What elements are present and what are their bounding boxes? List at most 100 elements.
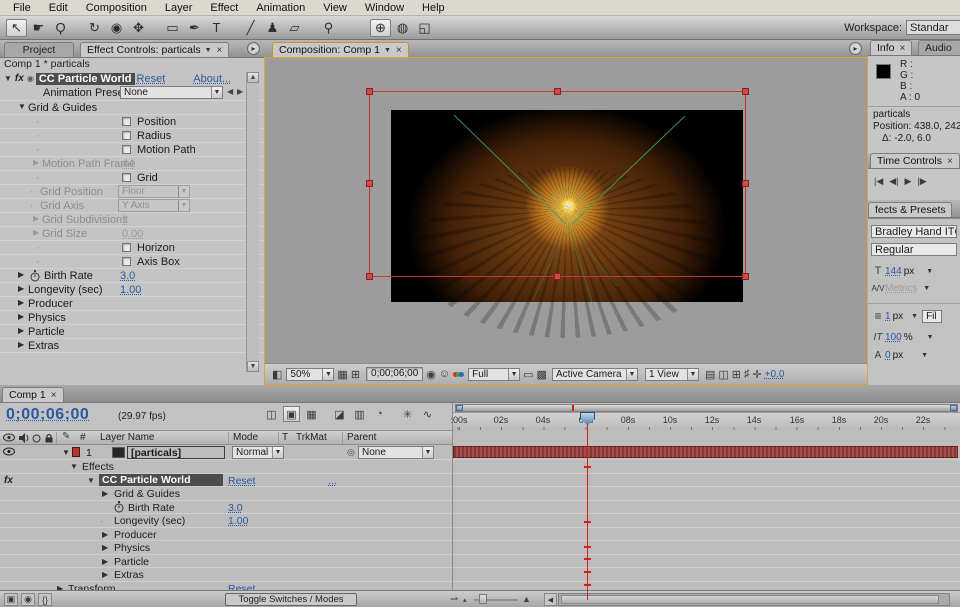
- comp-mini-flowchart-icon[interactable]: ◫: [263, 406, 280, 422]
- menu-window[interactable]: Window: [356, 2, 413, 14]
- work-area-start-handle[interactable]: [456, 405, 463, 411]
- menu-help[interactable]: Help: [413, 2, 454, 14]
- dropdown-arrow-icon[interactable]: ▼: [927, 334, 934, 341]
- menu-animation[interactable]: Animation: [247, 2, 314, 14]
- dropdown-arrow-icon[interactable]: ▼: [921, 352, 928, 359]
- menu-composition[interactable]: Composition: [77, 2, 156, 14]
- row-label[interactable]: Extras: [114, 569, 144, 581]
- group-label[interactable]: Grid & Guides: [28, 102, 97, 114]
- scroll-left-icon[interactable]: ◀: [544, 593, 557, 606]
- handle-top-left[interactable]: [366, 88, 373, 95]
- timeline-h-scrollbar-track[interactable]: [558, 593, 950, 606]
- view-axis-mode-icon[interactable]: ◱: [414, 19, 435, 37]
- handle-mid-left[interactable]: [366, 180, 373, 187]
- channels-icon[interactable]: [453, 372, 464, 377]
- menu-file[interactable]: File: [4, 2, 40, 14]
- expand-layer-switches-icon[interactable]: ▣: [4, 593, 18, 606]
- eraser-tool-icon[interactable]: ▱: [284, 19, 305, 37]
- roi-icon[interactable]: ▭: [523, 368, 533, 381]
- clone-stamp-tool-icon[interactable]: ♟: [262, 19, 283, 37]
- twirl-closed-icon[interactable]: ▶: [102, 530, 108, 539]
- puppet-pin-tool-icon[interactable]: ⚲: [318, 19, 339, 37]
- prop-value[interactable]: 44: [122, 158, 134, 170]
- toggle-switches-modes-button[interactable]: Toggle Switches / Modes: [225, 593, 357, 606]
- layer-name[interactable]: [particals]: [127, 446, 225, 459]
- twirl-closed-icon[interactable]: ▶: [102, 489, 108, 498]
- pen-tool-icon[interactable]: ✒: [184, 19, 205, 37]
- longevity-value[interactable]: 1.00: [228, 515, 248, 527]
- effect-about-link[interactable]: About...: [193, 73, 231, 85]
- dropdown-arrow-icon[interactable]: ▼: [923, 285, 930, 292]
- panel-menu-button[interactable]: ▸: [247, 42, 260, 55]
- tab-info[interactable]: Info ×: [870, 40, 912, 55]
- prop-value[interactable]: 2: [122, 214, 128, 226]
- row-label[interactable]: Physics: [114, 542, 150, 554]
- region-icon[interactable]: ◧: [272, 368, 282, 381]
- group-label[interactable]: Physics: [28, 312, 66, 324]
- twirl-open-icon[interactable]: ▼: [62, 448, 70, 457]
- pickwhip-icon[interactable]: ◎: [347, 447, 355, 458]
- camera-dropdown[interactable]: Active Camera ▼: [552, 368, 638, 381]
- resolution-dropdown[interactable]: Full ▼: [468, 368, 520, 381]
- twirl-closed-icon[interactable]: ▶: [33, 228, 39, 237]
- close-icon[interactable]: ×: [217, 45, 223, 56]
- graph-editor-icon[interactable]: ∿: [419, 406, 436, 422]
- exposure-icon[interactable]: ✛: [752, 368, 761, 381]
- twirl-closed-icon[interactable]: ▶: [18, 340, 24, 349]
- birth-rate-value[interactable]: 3.0: [228, 502, 243, 514]
- layer-duration-bar[interactable]: [453, 446, 958, 458]
- menu-view[interactable]: View: [314, 2, 356, 14]
- fill-over-stroke-button[interactable]: Fil: [922, 310, 942, 323]
- effect-options-link[interactable]: ...: [328, 475, 337, 487]
- transparency-grid-icon[interactable]: ▩: [537, 368, 547, 381]
- col-trkmat[interactable]: TrkMat: [296, 432, 327, 443]
- twirl-open-icon[interactable]: ▼: [70, 462, 78, 471]
- tab-time-controls[interactable]: Time Controls ×: [870, 153, 960, 168]
- close-icon[interactable]: ×: [396, 45, 402, 56]
- dropdown-arrow-icon[interactable]: ▼: [911, 313, 918, 320]
- tab-timeline-comp1[interactable]: Comp 1 ×: [2, 387, 64, 402]
- label-color-swatch[interactable]: [72, 447, 80, 457]
- close-icon[interactable]: ×: [900, 43, 906, 54]
- stopwatch-icon[interactable]: [30, 270, 40, 281]
- menu-edit[interactable]: Edit: [40, 2, 77, 14]
- blend-mode-dropdown[interactable]: Normal ▼: [232, 446, 284, 459]
- twirl-closed-icon[interactable]: ▶: [18, 298, 24, 307]
- type-tool-icon[interactable]: T: [206, 19, 227, 37]
- row-label[interactable]: Longevity (sec): [114, 515, 185, 527]
- tab-dropdown-icon[interactable]: ▼: [384, 47, 391, 54]
- snapshot-icon[interactable]: ◉: [426, 368, 436, 381]
- zoom-tool-icon[interactable]: Ϙ: [50, 19, 71, 37]
- rotation-tool-icon[interactable]: ↻: [84, 19, 105, 37]
- next-frame-button[interactable]: |▶: [917, 176, 926, 187]
- twirl-open-icon[interactable]: ▼: [4, 74, 12, 83]
- close-icon[interactable]: ×: [947, 156, 953, 167]
- effect-enable-icon[interactable]: ◉: [27, 74, 34, 83]
- handle-bottom-left[interactable]: [366, 273, 373, 280]
- prev-frame-button[interactable]: ◀|: [889, 176, 898, 187]
- group-label[interactable]: Extras: [28, 340, 59, 352]
- twirl-open-icon[interactable]: ▼: [87, 476, 95, 485]
- local-axis-mode-icon[interactable]: ⊕: [370, 19, 391, 37]
- group-label[interactable]: Producer: [28, 298, 73, 310]
- dropdown-arrow-icon[interactable]: ▼: [422, 447, 433, 458]
- composition-viewer[interactable]: [265, 58, 867, 363]
- flowchart-icon[interactable]: ♯: [744, 368, 750, 380]
- dropdown-arrow-icon[interactable]: ▼: [926, 268, 933, 275]
- shift-timeline-icon[interactable]: ⇀: [450, 594, 458, 605]
- zoom-out-timeline-icon[interactable]: ▴: [463, 596, 467, 604]
- dropdown-arrow-icon[interactable]: ▼: [626, 369, 637, 380]
- scroll-up-icon[interactable]: ▲: [247, 72, 259, 83]
- row-label[interactable]: Particle: [114, 556, 149, 568]
- timeline-ruler[interactable]: :00s 02s 04s 06s 08s 10s 12s 14s 16s 18s…: [452, 403, 960, 430]
- birth-rate-value[interactable]: 3.0: [120, 270, 135, 282]
- selection-tool-icon[interactable]: ↖: [6, 19, 27, 37]
- orbit-camera-tool-icon[interactable]: ◉: [106, 19, 127, 37]
- row-label[interactable]: Grid & Guides: [114, 488, 180, 500]
- fx-badge-icon[interactable]: fx: [15, 73, 24, 84]
- row-label[interactable]: Producer: [114, 529, 157, 541]
- fast-preview-icon[interactable]: ◫: [718, 368, 728, 381]
- tab-effects-presets[interactable]: fects & Presets: [868, 202, 952, 217]
- twirl-closed-icon[interactable]: ▶: [18, 326, 24, 335]
- parent-dropdown[interactable]: None ▼: [358, 446, 434, 459]
